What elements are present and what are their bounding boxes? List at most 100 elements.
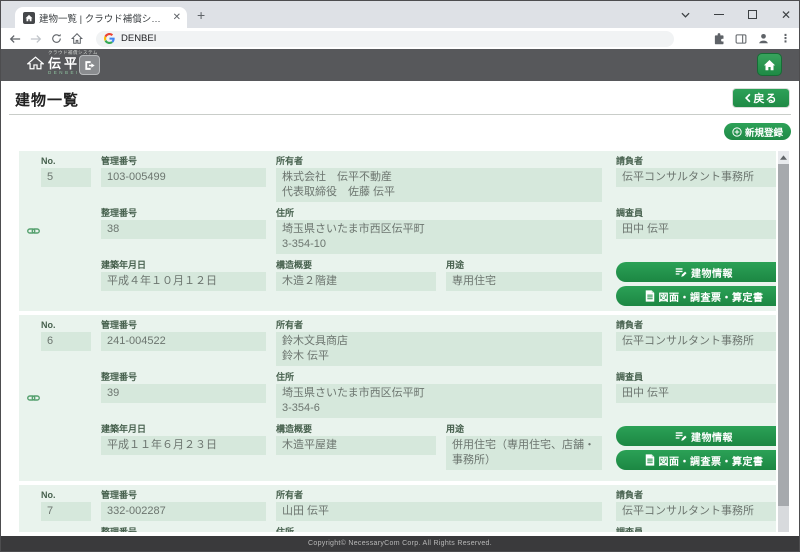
page-title: 建物一覧 xyxy=(15,89,79,110)
building-info-icon xyxy=(675,267,687,278)
home-nav-icon[interactable] xyxy=(71,33,83,44)
document-icon xyxy=(645,454,655,466)
contractor-label: 請負者 xyxy=(616,156,776,166)
seiri-value: 38 xyxy=(101,220,266,239)
contractor-value: 伝平コンサルタント事務所 xyxy=(616,168,776,187)
seiri-label: 整理番号 xyxy=(101,527,266,532)
contractor-value: 伝平コンサルタント事務所 xyxy=(616,502,776,521)
tab-close-icon[interactable]: ✕ xyxy=(173,12,181,23)
no-value: 5 xyxy=(41,168,91,187)
page-content: 建物一覧 戻る 新規登録 No. 5 管理番号 103-005499 所有者 株… xyxy=(1,81,799,536)
kanri-label: 管理番号 xyxy=(101,490,266,500)
scrollbar-up-icon[interactable] xyxy=(778,151,789,164)
seiri-label: 整理番号 xyxy=(101,372,266,382)
building-info-button[interactable]: 建物情報 xyxy=(616,426,776,446)
building-record: No. 5 管理番号 103-005499 所有者 株式会社 伝平不動産 代表取… xyxy=(19,151,776,311)
no-label: No. xyxy=(41,156,91,166)
owner-value: 鈴木文具商店 鈴木 伝平 xyxy=(276,332,602,366)
app-home-button[interactable] xyxy=(757,53,782,76)
logout-button[interactable] xyxy=(79,55,100,75)
building-record: No. 6 管理番号 241-004522 所有者 鈴木文具商店 鈴木 伝平 請… xyxy=(19,315,776,481)
documents-button[interactable]: 図面・調査票・算定書 xyxy=(616,286,776,306)
built-value: 平成１１年６月２３日 xyxy=(101,436,266,455)
kanri-label: 管理番号 xyxy=(101,320,266,330)
building-record: No. 7 管理番号 332-002287 所有者 山田 伝平 請負者 伝平コン… xyxy=(19,485,776,532)
address-label: 住所 xyxy=(276,372,602,382)
use-value: 併用住宅（専用住宅、店舗・事務所） xyxy=(446,436,602,470)
address-value: 埼玉県さいたま市西区伝平町 3-354-10 xyxy=(276,220,602,254)
tab-title: 建物一覧 | クラウド補償システム 伝... xyxy=(39,11,169,25)
kanri-value: 241-004522 xyxy=(101,332,266,351)
reload-icon[interactable] xyxy=(51,33,62,44)
use-label: 用途 xyxy=(446,260,602,270)
browser-window: 建物一覧 | クラウド補償システム 伝... ✕ + ✕ DENBEI ⋮ xyxy=(0,0,800,552)
tab-search-icon[interactable] xyxy=(681,12,690,18)
link-icon[interactable] xyxy=(27,394,41,402)
side-panel-icon[interactable] xyxy=(735,33,747,45)
forward-nav-icon[interactable] xyxy=(30,34,42,44)
built-label: 建築年月日 xyxy=(101,424,266,434)
logout-icon xyxy=(84,60,96,71)
scrollbar-track[interactable] xyxy=(778,164,789,532)
seiri-value: 39 xyxy=(101,384,266,403)
minimize-button[interactable] xyxy=(714,14,724,15)
building-info-button[interactable]: 建物情報 xyxy=(616,262,776,282)
new-registration-button[interactable]: 新規登録 xyxy=(724,123,791,140)
browser-menu-icon[interactable]: ⋮ xyxy=(780,32,791,45)
kanri-value: 103-005499 xyxy=(101,168,266,187)
extensions-icon[interactable] xyxy=(713,33,725,45)
use-value: 専用住宅 xyxy=(446,272,602,291)
structure-value: 木造平屋建 xyxy=(276,436,436,455)
surveyor-value: 田中 伝平 xyxy=(616,384,776,403)
structure-value: 木造２階建 xyxy=(276,272,436,291)
structure-label: 構造概要 xyxy=(276,424,436,434)
address-label: 住所 xyxy=(276,208,602,218)
no-label: No. xyxy=(41,320,91,330)
surveyor-label: 調査員 xyxy=(616,372,776,382)
plus-circle-icon xyxy=(732,127,742,137)
link-icon[interactable] xyxy=(27,227,41,235)
building-list: No. 5 管理番号 103-005499 所有者 株式会社 伝平不動産 代表取… xyxy=(19,151,776,532)
scrollbar-thumb[interactable] xyxy=(778,164,789,506)
browser-tab[interactable]: 建物一覧 | クラウド補償システム 伝... ✕ xyxy=(15,7,187,28)
owner-label: 所有者 xyxy=(276,320,602,330)
structure-label: 構造概要 xyxy=(276,260,436,270)
contractor-label: 請負者 xyxy=(616,490,776,500)
owner-label: 所有者 xyxy=(276,490,602,500)
built-label: 建築年月日 xyxy=(101,260,266,270)
back-button[interactable]: 戻る xyxy=(732,88,790,108)
app-header: クラウド補償システム 伝平 DENBEI xyxy=(1,49,799,81)
scrollbar[interactable] xyxy=(778,151,789,532)
built-value: 平成４年１０月１２日 xyxy=(101,272,266,291)
logo-house-icon xyxy=(27,56,44,70)
chevron-left-icon xyxy=(745,93,751,103)
browser-titlebar: 建物一覧 | クラウド補償システム 伝... ✕ + ✕ xyxy=(1,1,799,28)
seiri-label: 整理番号 xyxy=(101,208,266,218)
no-value: 6 xyxy=(41,332,91,351)
profile-avatar-icon[interactable] xyxy=(757,32,770,45)
no-value: 7 xyxy=(41,502,91,521)
kanri-value: 332-002287 xyxy=(101,502,266,521)
address-value: 埼玉県さいたま市西区伝平町 3-354-6 xyxy=(276,384,602,418)
document-icon xyxy=(645,290,655,302)
address-bar[interactable]: DENBEI xyxy=(96,31,674,47)
home-icon xyxy=(763,59,776,71)
surveyor-value: 田中 伝平 xyxy=(616,220,776,239)
tab-favicon-icon xyxy=(23,12,35,24)
documents-button[interactable]: 図面・調査票・算定書 xyxy=(616,450,776,470)
close-window-button[interactable]: ✕ xyxy=(781,8,791,22)
owner-value: 株式会社 伝平不動産 代表取締役 佐藤 伝平 xyxy=(276,168,602,202)
surveyor-label: 調査員 xyxy=(616,208,776,218)
kanri-label: 管理番号 xyxy=(101,156,266,166)
owner-label: 所有者 xyxy=(276,156,602,166)
surveyor-label: 調査員 xyxy=(616,527,776,532)
owner-value: 山田 伝平 xyxy=(276,502,602,521)
page-footer: Copyright© NecessaryCom Corp. All Rights… xyxy=(1,536,799,551)
maximize-button[interactable] xyxy=(748,10,757,19)
browser-toolbar: DENBEI ⋮ xyxy=(1,28,799,49)
divider xyxy=(9,114,791,115)
back-nav-icon[interactable] xyxy=(9,34,21,44)
contractor-value: 伝平コンサルタント事務所 xyxy=(616,332,776,351)
building-info-icon xyxy=(675,431,687,442)
new-tab-button[interactable]: + xyxy=(197,8,205,22)
